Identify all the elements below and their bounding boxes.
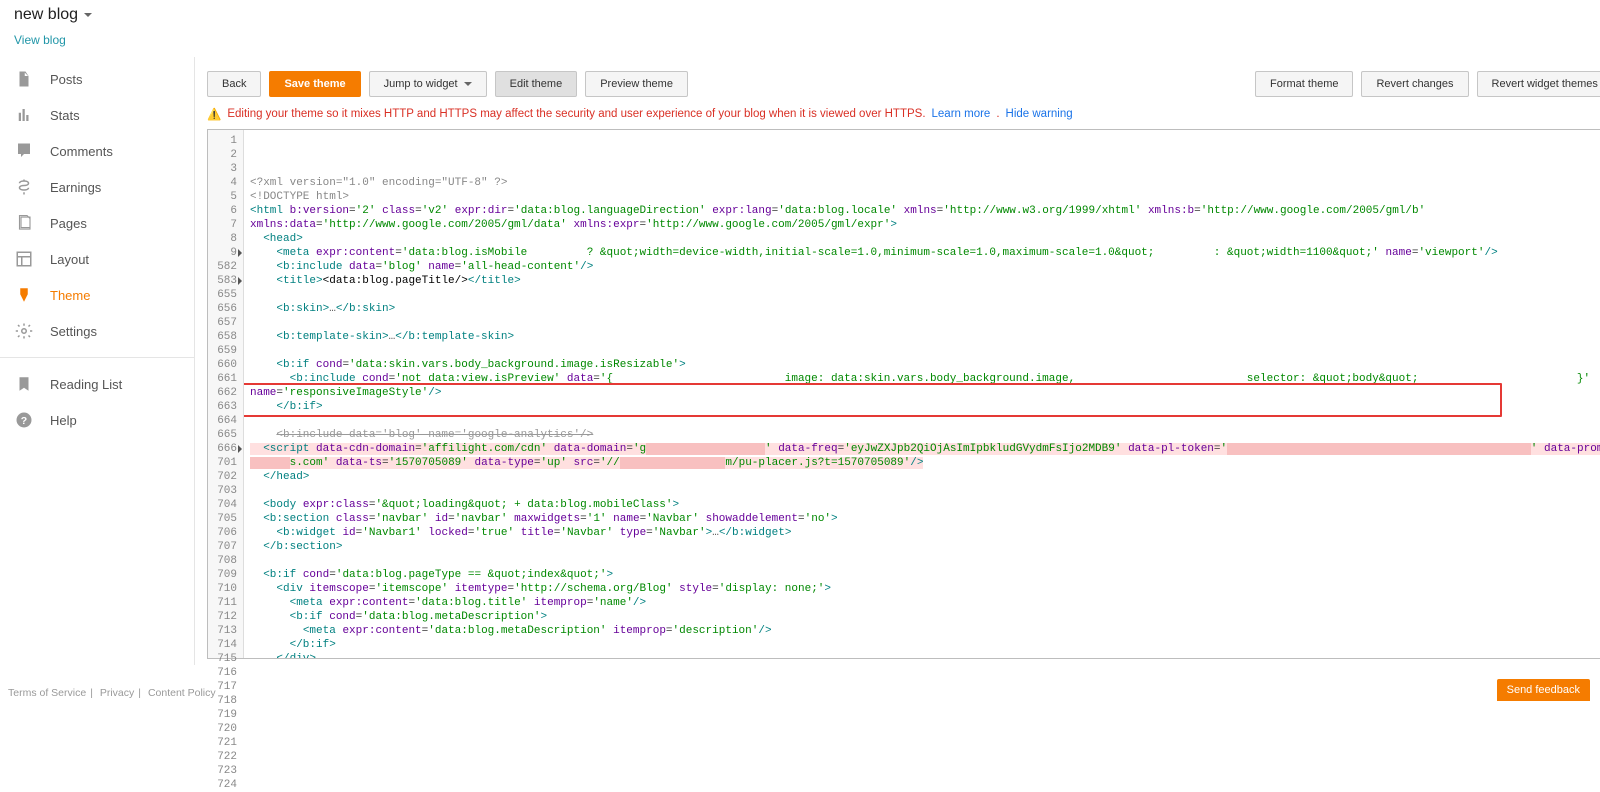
sidebar-item-label: Help	[50, 413, 77, 428]
sidebar-item-layout[interactable]: Layout	[0, 241, 194, 277]
warning-icon: ⚠️	[207, 107, 221, 121]
sidebar-item-label: Comments	[50, 144, 113, 159]
content-policy-link[interactable]: Content Policy	[148, 687, 216, 699]
format-theme-button[interactable]: Format theme	[1255, 71, 1353, 97]
reading-list-icon	[14, 374, 34, 394]
sidebar-item-comments[interactable]: Comments	[0, 133, 194, 169]
pages-icon	[14, 213, 34, 233]
blog-selector[interactable]: new blog	[14, 6, 92, 24]
hide-warning-link[interactable]: Hide warning	[1006, 108, 1073, 120]
sidebar-item-settings[interactable]: Settings	[0, 313, 194, 349]
sidebar-item-label: Stats	[50, 108, 80, 123]
sidebar: Posts Stats Comments Earnings Pages Layout The…	[0, 57, 195, 665]
sidebar-item-posts[interactable]: Posts	[0, 61, 194, 97]
svg-text:?: ?	[21, 415, 27, 427]
sidebar-item-label: Pages	[50, 216, 87, 231]
footer-links: Terms of Service| Privacy| Content Polic…	[8, 687, 216, 699]
edit-theme-button[interactable]: Edit theme	[495, 71, 578, 97]
revert-changes-button[interactable]: Revert changes	[1361, 71, 1468, 97]
save-theme-button[interactable]: Save theme	[269, 71, 360, 97]
view-blog-link[interactable]: View blog	[14, 33, 66, 47]
posts-icon	[14, 69, 34, 89]
divider	[0, 357, 194, 358]
line-number-gutter: 1234567895825836556566576586596606616626…	[208, 130, 244, 658]
sidebar-item-stats[interactable]: Stats	[0, 97, 194, 133]
comments-icon	[14, 141, 34, 161]
sidebar-item-label: Earnings	[50, 180, 101, 195]
sidebar-item-earnings[interactable]: Earnings	[0, 169, 194, 205]
warning-text: Editing your theme so it mixes HTTP and …	[227, 108, 925, 120]
privacy-link[interactable]: Privacy	[100, 687, 134, 699]
help-icon: ?	[14, 410, 34, 430]
sidebar-item-label: Theme	[50, 288, 90, 303]
code-editor[interactable]: 1234567895825836556566576586596606616626…	[207, 129, 1600, 659]
theme-icon	[14, 285, 34, 305]
sidebar-item-label: Settings	[50, 324, 97, 339]
jump-to-widget-button[interactable]: Jump to widget	[369, 71, 487, 97]
revert-widgets-button[interactable]: Revert widget themes to default	[1477, 71, 1600, 97]
layout-icon	[14, 249, 34, 269]
toolbar: Back Save theme Jump to widget Edit them…	[207, 63, 1600, 105]
sidebar-item-theme[interactable]: Theme	[0, 277, 194, 313]
tos-link[interactable]: Terms of Service	[8, 687, 86, 699]
sidebar-item-label: Posts	[50, 72, 83, 87]
send-feedback-button[interactable]: Send feedback	[1497, 679, 1590, 701]
earnings-icon	[14, 177, 34, 197]
back-button[interactable]: Back	[207, 71, 261, 97]
settings-icon	[14, 321, 34, 341]
stats-icon	[14, 105, 34, 125]
preview-theme-button[interactable]: Preview theme	[585, 71, 688, 97]
sidebar-item-pages[interactable]: Pages	[0, 205, 194, 241]
sidebar-item-reading-list[interactable]: Reading List	[0, 366, 194, 402]
https-warning: ⚠️ Editing your theme so it mixes HTTP a…	[207, 105, 1600, 129]
sidebar-item-label: Reading List	[50, 377, 122, 392]
learn-more-link[interactable]: Learn more	[932, 108, 991, 120]
sidebar-item-help[interactable]: ? Help	[0, 402, 194, 438]
code-content[interactable]: <?xml version="1.0" encoding="UTF-8" ?><…	[244, 130, 1600, 658]
sidebar-item-label: Layout	[50, 252, 89, 267]
